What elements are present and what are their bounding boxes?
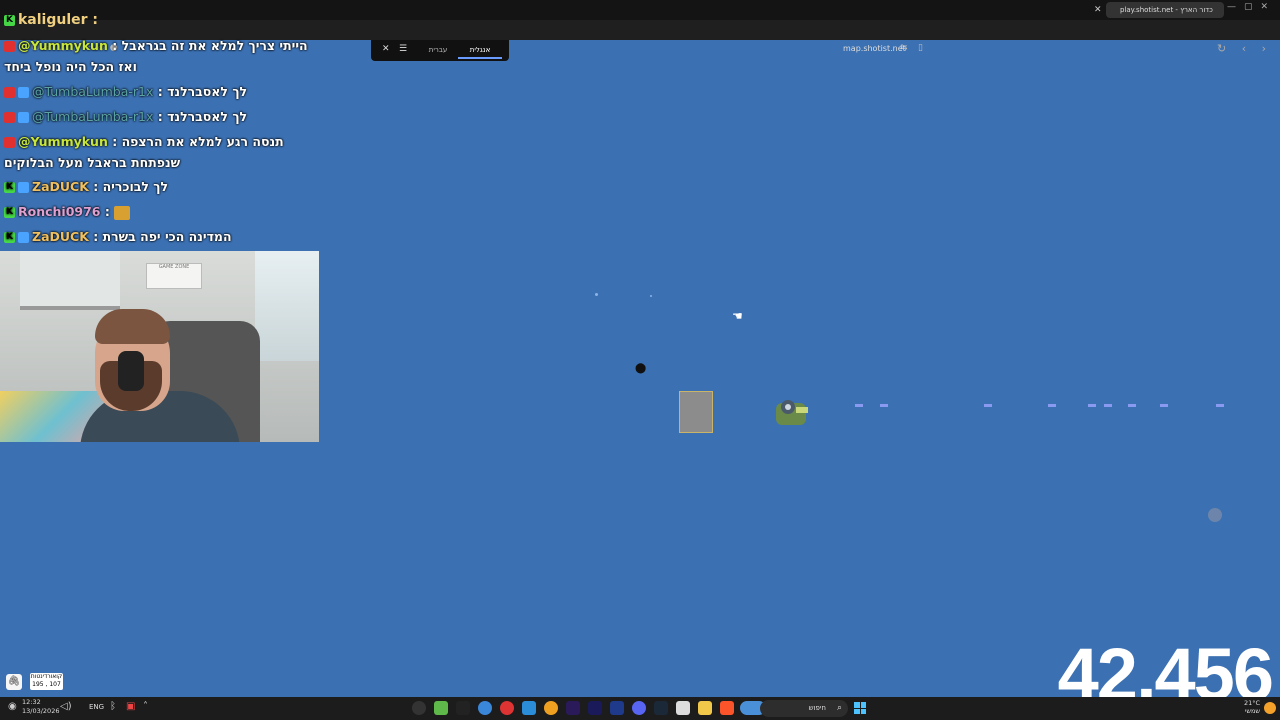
chrome-icon[interactable] <box>500 701 514 715</box>
taskbar: ◉ 12:32 13/03/2026 ◁) ENG ᛒ ▣ ˄ חיפוש ⌕ … <box>0 697 1280 720</box>
moderator-badge-icon <box>18 112 29 123</box>
premiere-icon[interactable] <box>588 701 602 715</box>
wall-sign: GAME ZONE <box>146 263 202 289</box>
weather-widget[interactable]: 21°C שמשי <box>1244 699 1260 715</box>
tray-expand-icon[interactable]: ˄ <box>143 701 148 712</box>
platform-dash <box>1216 404 1224 407</box>
tab-play-shotist[interactable]: ✕ play.shotist.net - כדור הארץ <box>1094 2 1224 18</box>
tab-english[interactable]: אנגלית <box>458 42 502 59</box>
page-toolbar: ✕ ☰ עברית אנגלית <box>371 40 509 61</box>
photoshop-icon[interactable] <box>610 701 624 715</box>
brave-icon[interactable] <box>720 701 734 715</box>
bookmark-icon[interactable]: ▯ <box>918 43 923 53</box>
platform-dash <box>880 404 888 407</box>
youtube-badge-icon <box>4 137 15 148</box>
close-icon[interactable]: ✕ <box>382 44 390 54</box>
windows-start-icon[interactable] <box>854 702 866 714</box>
capcut-icon[interactable] <box>456 701 470 715</box>
minecraft-icon[interactable] <box>434 701 448 715</box>
paperclip-icon[interactable]: 🖇 <box>6 674 22 690</box>
platform-dash <box>1104 404 1112 407</box>
network-icon[interactable]: ◉ <box>8 701 17 712</box>
app-tray-icon[interactable]: ▣ <box>126 701 135 712</box>
platform-dash <box>984 404 992 407</box>
search-box[interactable]: חיפוש ⌕ <box>760 700 848 717</box>
discord-icon[interactable] <box>632 701 646 715</box>
clock[interactable]: 12:32 13/03/2026 <box>22 698 59 716</box>
player-character[interactable] <box>774 397 810 429</box>
webcam-feed: GAME ZONE <box>0 251 319 442</box>
platform-dash <box>1088 404 1096 407</box>
after-effects-icon[interactable] <box>566 701 580 715</box>
platform-dash <box>1128 404 1136 407</box>
menu-icon[interactable]: ☰ <box>399 44 407 54</box>
overlay-username: kaliguler : <box>18 12 99 28</box>
chat-message: @Yummykun : תנסה רגע למלא את הרצפה <box>4 134 284 149</box>
close-tab-icon[interactable]: ✕ <box>1094 2 1102 18</box>
chat-message: @Yummykun : הייתי צריך למלא את זה בגראבל <box>4 38 308 53</box>
language-indicator[interactable]: ENG <box>89 703 104 711</box>
nav-buttons[interactable]: ↻ ‹ › <box>1217 42 1272 55</box>
chat-message: K ZaDUCK : לך לבוכריה <box>4 179 169 194</box>
chat-message: @TumbaLumba-r1x : לך לאסברלנד <box>4 109 247 124</box>
file-icon[interactable] <box>522 701 536 715</box>
address-row: ≡◎⬡▭♫⬚▭◇● ⇆ ▯ map.shotist.net ↻ ‹ › <box>0 20 1280 55</box>
entity-icon[interactable]: ⬤ <box>635 363 646 374</box>
kick-badge-icon: K <box>4 14 15 26</box>
chat-message: K ZaDUCK : המדינה הכי יפה בשרת <box>4 229 232 244</box>
window-controls[interactable]: —▢✕ <box>1227 2 1276 12</box>
kick-badge-icon: K <box>4 232 15 243</box>
youtube-badge-icon <box>4 41 15 52</box>
emote-icon <box>114 205 131 220</box>
stone-block[interactable] <box>679 391 713 433</box>
folder-icon[interactable] <box>698 701 712 715</box>
calculator-icon[interactable] <box>676 701 690 715</box>
platform-dash <box>855 404 863 407</box>
address-bar[interactable]: map.shotist.net <box>843 44 906 53</box>
app-icon[interactable] <box>478 701 492 715</box>
browser-chrome: + ✕ play.shotist.net - כדור הארץ —▢✕ ≡◎⬡… <box>0 0 1280 55</box>
platform-dash <box>1048 404 1056 407</box>
moderator-badge-icon <box>18 87 29 98</box>
window <box>255 251 319 361</box>
overlay-top-user: Kkaliguler : <box>4 12 98 28</box>
youtube-badge-icon <box>4 112 15 123</box>
particle <box>650 295 652 297</box>
tab-strip: + ✕ play.shotist.net - כדור הארץ —▢✕ <box>0 0 1280 20</box>
microphone <box>118 351 144 391</box>
kick-badge-icon: K <box>4 182 15 193</box>
platform-dash <box>1160 404 1168 407</box>
obs-icon[interactable] <box>412 701 426 715</box>
bluetooth-icon[interactable]: ᛒ <box>110 701 116 712</box>
moderator-badge-icon <box>18 182 29 193</box>
search-icon: ⌕ <box>836 703 842 713</box>
chat-message: @TumbaLumba-r1x : לך לאסברלנד <box>4 84 247 99</box>
sun-icon <box>1264 702 1276 714</box>
ghost-entity[interactable] <box>1208 508 1222 522</box>
chat-message: K Ronchi0976 : <box>4 204 133 220</box>
tab-title: play.shotist.net - כדור הארץ <box>1120 6 1213 14</box>
kick-badge-icon: K <box>4 207 15 218</box>
youtube-badge-icon <box>4 87 15 98</box>
moderator-badge-icon <box>18 232 29 243</box>
chat-message: ואז הכל היה נופל ביחד <box>4 59 137 74</box>
particle <box>595 293 598 296</box>
chat-message: שנפתחת בראבל מעל הבלוקים <box>4 155 181 170</box>
hand-cursor-icon: ☚ <box>732 309 743 323</box>
steam-icon[interactable] <box>654 701 668 715</box>
volume-icon[interactable]: ◁) <box>60 701 72 712</box>
window <box>20 251 120 310</box>
coordinates-box: קואורדינטות 195 , 107 <box>30 673 63 690</box>
tab-hebrew[interactable]: עברית <box>421 42 455 59</box>
blender-icon[interactable] <box>544 701 558 715</box>
